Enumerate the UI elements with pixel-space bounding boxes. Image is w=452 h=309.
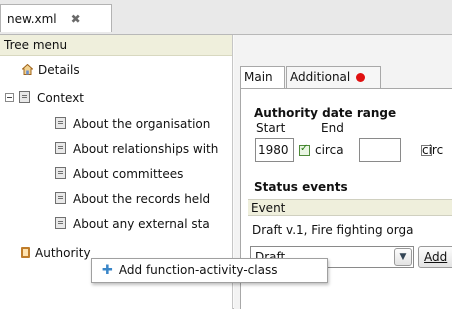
tab-additional[interactable]: Additional [286,66,381,88]
tree-item-label: About committees [73,167,184,181]
end-date-input[interactable] [359,138,401,162]
tree-item-label: Context [37,91,85,105]
tree-item-about-records[interactable]: About the records held [55,188,210,210]
tree-item-label: About the organisation [73,117,211,131]
file-tab-label: new.xml [7,11,57,26]
menu-item-add-function-activity-class[interactable]: ✚ Add function-activity-class [102,259,327,282]
tree-item-details[interactable]: Details [22,59,80,81]
clipboard-icon [21,247,30,258]
tab-additional-label: Additional [290,70,351,84]
context-menu: ✚ Add function-activity-class [91,258,328,283]
tree-item-about-committees[interactable]: About committees [55,163,183,185]
tree-item-about-organisation[interactable]: About the organisation [55,113,210,135]
tree-item-label: Authority [35,246,91,260]
start-label: Start [256,121,286,135]
tree-item-label: Details [38,63,80,77]
event-row-text: Draft v.1, Fire fighting orga [252,223,414,237]
add-event-label: Add [424,250,448,264]
tree-header: Tree menu [0,35,232,56]
end-circa-label: circ [422,143,444,157]
document-icon [55,142,66,154]
status-events-title: Status events [254,180,348,194]
menu-item-label: Add function-activity-class [118,263,278,277]
start-date-input[interactable]: 1980 [255,138,294,162]
document-icon [55,192,66,204]
document-icon [19,91,30,103]
document-icon [55,217,66,229]
tree-item-context[interactable]: Context [5,87,84,109]
alert-dot-icon [356,73,366,82]
collapse-icon[interactable] [5,93,14,102]
tree-item-label: About relationships with [73,142,219,156]
tree-item-label: About the records held [73,192,211,206]
tree-item-label: About any external sta [73,217,210,231]
tree-item-authority[interactable]: Authority [21,242,91,264]
date-range-title: Authority date range [254,106,397,120]
end-label: End [321,121,344,135]
chevron-down-icon[interactable]: ▼ [394,248,412,266]
close-tab-icon[interactable]: ✖ [71,12,81,26]
tree-item-about-external[interactable]: About any external sta [55,213,210,235]
tree-item-about-relationships[interactable]: About relationships with [55,138,218,160]
house-icon [22,64,33,75]
tab-main-label: Main [244,70,273,84]
file-tab[interactable]: new.xml ✖ [0,4,112,32]
tab-main[interactable]: Main [240,66,285,88]
start-circa-checkbox[interactable] [299,143,310,156]
event-column-header: Event [248,199,452,216]
plus-icon: ✚ [102,263,113,278]
document-icon [55,117,66,129]
add-event-button[interactable]: Add [418,246,452,268]
document-icon [55,167,66,179]
start-circa-label: circa [315,143,344,157]
